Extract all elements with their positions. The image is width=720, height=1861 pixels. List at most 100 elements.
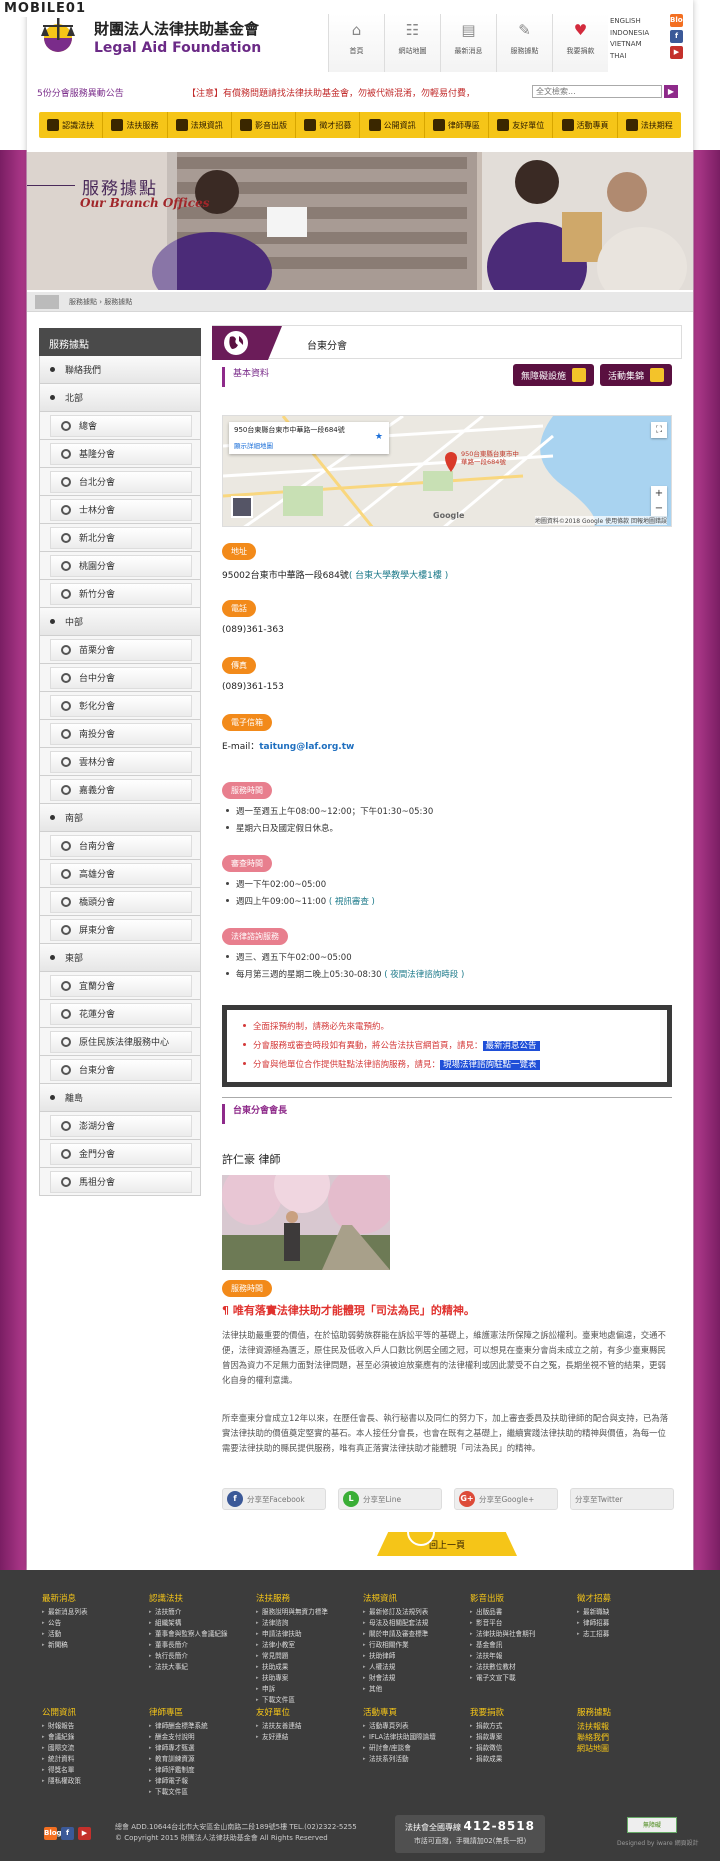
sidebar-item[interactable]: 台南分會: [39, 832, 201, 860]
blog-icon[interactable]: Blog: [670, 14, 688, 27]
sidebar-group[interactable]: 聯絡我們: [39, 356, 201, 384]
notice-link[interactable]: 5份分會服務異動公告: [37, 86, 124, 99]
footer-link[interactable]: 財會法規: [363, 1673, 463, 1684]
sidebar-group[interactable]: 南部: [39, 804, 201, 832]
lang-english[interactable]: ENGLISH: [610, 17, 641, 25]
footer-column-title[interactable]: 律師專區: [149, 1706, 249, 1718]
sidebar-item[interactable]: 台中分會: [39, 664, 201, 692]
footer-link[interactable]: 捐款成果: [470, 1754, 570, 1765]
footer-column-title[interactable]: 公開資訊: [42, 1706, 142, 1718]
top-nav-donate[interactable]: ♥ 我要捐款: [552, 14, 608, 72]
footer-link[interactable]: 酬金支付說明: [149, 1732, 249, 1743]
footer-link[interactable]: 其他: [363, 1684, 463, 1695]
main-nav-item[interactable]: 徵才招募: [296, 112, 361, 138]
footer-link[interactable]: 扶助專案: [256, 1673, 356, 1684]
embedded-map[interactable]: 950台東縣台東市中華路一段684號 顯示詳細地圖 ★ 950台東縣台東市中華路…: [222, 415, 672, 527]
sidebar-item[interactable]: 金門分會: [39, 1140, 201, 1168]
accessible-button[interactable]: 無障礙設施: [512, 364, 594, 386]
footer-column-title[interactable]: 認識法扶: [149, 1592, 249, 1604]
footer-link[interactable]: 電子文宣下載: [470, 1673, 570, 1684]
sidebar-item[interactable]: 雲林分會: [39, 748, 201, 776]
footer-link[interactable]: 捐款專案: [470, 1732, 570, 1743]
footer-link[interactable]: 統計資料: [42, 1754, 142, 1765]
sidebar-item[interactable]: 澎湖分會: [39, 1112, 201, 1140]
footer-link[interactable]: 執行長簡介: [149, 1651, 249, 1662]
footer-column-title[interactable]: 活動專頁: [363, 1706, 463, 1718]
sidebar-item[interactable]: 高雄分會: [39, 860, 201, 888]
video-review-link[interactable]: ( 視訊審查 ): [329, 897, 375, 907]
sidebar-item[interactable]: 基隆分會: [39, 440, 201, 468]
top-nav-news[interactable]: ▤ 最新消息: [440, 14, 496, 72]
search-input[interactable]: [532, 85, 662, 98]
main-nav-item[interactable]: 律師專區: [425, 112, 490, 138]
sidebar-group[interactable]: 北部: [39, 384, 201, 412]
footer-link[interactable]: 組織架構: [149, 1618, 249, 1629]
footer-link[interactable]: 國際交流: [42, 1743, 142, 1754]
footer-link[interactable]: 得獎名單: [42, 1765, 142, 1776]
footer-link[interactable]: 法律小教室: [256, 1640, 356, 1651]
footer-link[interactable]: 申請法律扶助: [256, 1629, 356, 1640]
back-button[interactable]: 回上一頁: [377, 1532, 517, 1556]
main-nav-item[interactable]: 友好單位: [489, 112, 554, 138]
sidebar-item[interactable]: 屏東分會: [39, 916, 201, 944]
sidebar-group[interactable]: 中部: [39, 608, 201, 636]
lang-indonesia[interactable]: INDONESIA: [610, 29, 649, 37]
footer-link[interactable]: 母法及相關配套法規: [363, 1618, 463, 1629]
footer-link[interactable]: 法律扶助與社會期刊: [470, 1629, 570, 1640]
footer-link[interactable]: 會議紀錄: [42, 1732, 142, 1743]
sidebar-item[interactable]: 士林分會: [39, 496, 201, 524]
footer-link[interactable]: IFLA法律扶助國際論壇: [363, 1732, 463, 1743]
footer-link[interactable]: 關於申請及審查標準: [363, 1629, 463, 1640]
sidebar-item[interactable]: 花蓮分會: [39, 1000, 201, 1028]
youtube-icon[interactable]: ▶: [670, 46, 683, 59]
sidebar-item[interactable]: 橋頭分會: [39, 888, 201, 916]
map-enlarge-link[interactable]: 顯示詳細地圖: [234, 440, 384, 450]
footer-link[interactable]: 律師招募: [577, 1618, 677, 1629]
sidebar-group[interactable]: 離島: [39, 1084, 201, 1112]
facebook-icon[interactable]: f: [670, 30, 683, 43]
sidebar-item[interactable]: 馬祖分會: [39, 1168, 201, 1196]
sidebar-item[interactable]: 台東分會: [39, 1056, 201, 1084]
footer-link[interactable]: 董事長簡介: [149, 1640, 249, 1651]
footer-link[interactable]: 律師電子報: [149, 1776, 249, 1787]
map-satellite-toggle[interactable]: [231, 496, 253, 518]
footer-link[interactable]: 最新消息列表: [42, 1607, 142, 1618]
footer-link[interactable]: 申訴: [256, 1684, 356, 1695]
share-google-button[interactable]: G+ 分享至Google+: [454, 1488, 558, 1510]
sidebar-item[interactable]: 原住民族法律服務中心: [39, 1028, 201, 1056]
footer-link[interactable]: 公告: [42, 1618, 142, 1629]
footer-link[interactable]: 隱私權政策: [42, 1776, 142, 1787]
sidebar-item[interactable]: 新竹分會: [39, 580, 201, 608]
footer-link[interactable]: 基金會訊: [470, 1640, 570, 1651]
lang-vietnam[interactable]: VIETNAM: [610, 40, 642, 48]
footer-link[interactable]: 下載文件區: [149, 1787, 249, 1798]
youtube-icon[interactable]: ▶: [78, 1827, 91, 1840]
footer-link[interactable]: 法扶年報: [470, 1651, 570, 1662]
site-logo[interactable]: 財團法人法律扶助基金會 Legal Aid Foundation: [37, 14, 297, 62]
latest-news-link[interactable]: 最新消息公告: [482, 1041, 540, 1051]
footer-column-title[interactable]: 法規資訊: [363, 1592, 463, 1604]
footer-link[interactable]: 董事會與監察人會議紀錄: [149, 1629, 249, 1640]
main-nav-item[interactable]: 法規資訊: [168, 112, 232, 138]
footer-link[interactable]: 法扶系列活動: [363, 1754, 463, 1765]
zoom-out-button[interactable]: −: [651, 501, 667, 516]
footer-link[interactable]: 人權法規: [363, 1662, 463, 1673]
footer-link[interactable]: 常見問題: [256, 1651, 356, 1662]
main-nav-item[interactable]: 影音出版: [232, 112, 297, 138]
email-link[interactable]: taitung@laf.org.tw: [259, 742, 354, 752]
accessibility-badge[interactable]: 無障礙: [627, 1817, 677, 1833]
footer-link[interactable]: 捐款方式: [470, 1721, 570, 1732]
footer-link[interactable]: 影音平台: [470, 1618, 570, 1629]
footer-link[interactable]: 聯絡我們: [577, 1732, 677, 1743]
main-nav-item[interactable]: 法扶服務: [103, 112, 168, 138]
footer-link[interactable]: 服務說明與無資力標準: [256, 1607, 356, 1618]
footer-link[interactable]: 教育訓練資源: [149, 1754, 249, 1765]
sidebar-item[interactable]: 桃園分會: [39, 552, 201, 580]
footer-column-title[interactable]: 法扶服務: [256, 1592, 356, 1604]
lang-thai[interactable]: THAI: [610, 52, 626, 60]
footer-link[interactable]: 活動專頁列表: [363, 1721, 463, 1732]
top-nav-sitemap[interactable]: ☷ 網站地圖: [384, 14, 440, 72]
footer-link[interactable]: 扶助成果: [256, 1662, 356, 1673]
footer-link[interactable]: 律師專才甄選: [149, 1743, 249, 1754]
footer-link[interactable]: 法扶數位教材: [470, 1662, 570, 1673]
